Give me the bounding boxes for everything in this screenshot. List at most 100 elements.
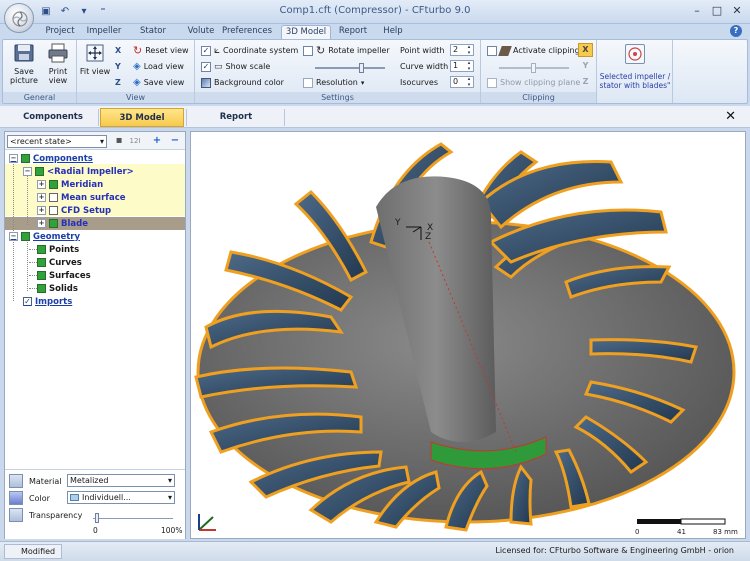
material-select[interactable]: Metalized	[67, 474, 175, 487]
save-state-icon[interactable]: ▪	[113, 135, 125, 147]
imports-checkbox[interactable]: ✓	[23, 297, 32, 306]
remove-state-icon[interactable]: −	[169, 135, 181, 147]
subtab-components[interactable]: Components	[8, 108, 98, 127]
view-y-button[interactable]: Y	[115, 60, 121, 73]
tree-node-meridian[interactable]: + Meridian	[37, 178, 103, 191]
show-scale-toggle[interactable]: ▭ Show scale	[201, 60, 270, 73]
tab-help[interactable]: Help	[378, 25, 408, 39]
clip-y-icon[interactable]: Y	[578, 60, 593, 74]
maximize-icon[interactable]: □	[708, 3, 726, 18]
visibility-checkbox[interactable]	[21, 154, 30, 163]
y-axis-view-icon: Y	[115, 62, 121, 71]
add-state-icon[interactable]: +	[151, 135, 163, 147]
material-icon	[9, 474, 23, 488]
rename-state-icon[interactable]: 12I	[129, 135, 141, 147]
tab-preferences[interactable]: Preferences	[218, 25, 276, 39]
help-icon[interactable]: ?	[730, 25, 742, 37]
scale-ruler-icon: ▭	[214, 61, 223, 72]
background-color-button[interactable]: Background color	[201, 76, 284, 89]
resolution-dropdown[interactable]: Resolution ▾	[303, 76, 364, 89]
print-view-button[interactable]: Print view	[41, 43, 75, 85]
tree-node-points[interactable]: Points	[37, 243, 79, 256]
rotation-speed-thumb[interactable]	[359, 63, 364, 73]
visibility-checkbox[interactable]	[37, 245, 46, 254]
tab-project[interactable]: Project	[40, 25, 80, 39]
selected-impeller-button[interactable]: Selected impeller / stator with blades"	[597, 40, 673, 103]
coordinate-system-toggle[interactable]: ⟀ Coordinate system	[201, 44, 298, 57]
coordinate-system-checkbox[interactable]	[201, 45, 211, 56]
view-z-button[interactable]: Z	[115, 76, 121, 89]
clip-z-icon[interactable]: Z	[578, 76, 593, 90]
tree-node-mean-surface[interactable]: + Mean surface	[37, 191, 126, 204]
view-tab-strip: Components 3D Model Report ✕	[0, 106, 750, 128]
load-view-button[interactable]: ◈ Load view	[133, 60, 184, 73]
expand-icon[interactable]: +	[37, 219, 46, 228]
reset-view-button[interactable]: ↻ Reset view	[133, 44, 189, 57]
curve-width-input[interactable]: 1	[450, 60, 474, 72]
tree-node-imports[interactable]: ✓ Imports	[23, 295, 72, 308]
transparency-thumb[interactable]	[95, 513, 99, 523]
expand-icon[interactable]: +	[37, 206, 46, 215]
transparency-slider[interactable]	[93, 513, 173, 523]
tab-3d-model[interactable]: 3D Model	[281, 25, 331, 39]
group-label-general: General	[3, 92, 76, 103]
fit-view-button[interactable]: Fit view	[79, 43, 111, 76]
color-select[interactable]: Individuell...	[67, 491, 175, 504]
activate-clipping-checkbox[interactable]	[487, 45, 497, 56]
save-view-button[interactable]: ◈ Save view	[133, 76, 184, 89]
3d-viewport[interactable]: Y X Z 0 41 83 mm	[190, 131, 746, 539]
tree-node-surfaces[interactable]: Surfaces	[37, 269, 91, 282]
collapse-icon[interactable]: −	[23, 167, 32, 176]
visibility-checkbox[interactable]	[21, 232, 30, 241]
impeller-3d-render[interactable]	[191, 132, 746, 539]
visibility-checkbox[interactable]	[37, 284, 46, 293]
tab-report[interactable]: Report	[333, 25, 373, 39]
tree-node-radial-impeller[interactable]: − <Radial Impeller>	[23, 165, 134, 178]
ribbon-group-general: Save picture Print view General	[3, 40, 77, 103]
save-picture-button[interactable]: Save picture	[7, 43, 41, 85]
status-modified: Modified	[4, 544, 62, 559]
tree-node-cfd-setup[interactable]: + CFD Setup	[37, 204, 111, 217]
tree-node-curves[interactable]: Curves	[37, 256, 82, 269]
close-view-icon[interactable]: ✕	[725, 109, 736, 124]
tab-impeller[interactable]: Impeller	[82, 25, 126, 39]
clipping-position-thumb[interactable]	[531, 63, 536, 73]
load-view-label: Load view	[143, 62, 184, 71]
tree-node-components[interactable]: − Components	[9, 152, 93, 165]
isocurves-input[interactable]: 0	[450, 76, 474, 88]
collapse-icon[interactable]: −	[9, 232, 18, 241]
close-window-icon[interactable]: ✕	[728, 3, 746, 18]
visibility-checkbox[interactable]	[49, 180, 58, 189]
visibility-checkbox[interactable]	[49, 206, 58, 215]
recent-state-select[interactable]: <recent state>	[7, 135, 107, 148]
rotate-impeller-checkbox[interactable]	[303, 45, 313, 56]
application-menu-button[interactable]	[4, 3, 34, 33]
expand-icon[interactable]: +	[37, 193, 46, 202]
visibility-checkbox[interactable]	[49, 193, 58, 202]
tree-node-geometry[interactable]: − Geometry	[9, 230, 80, 243]
tree-connector	[29, 249, 37, 250]
subtab-report[interactable]: Report	[188, 108, 284, 127]
activate-clipping-toggle[interactable]: Activate clipping	[487, 44, 580, 57]
rotate-impeller-toggle[interactable]: ↻ Rotate impeller	[303, 44, 390, 57]
expand-icon[interactable]: +	[37, 180, 46, 189]
show-clipping-plane-checkbox[interactable]	[487, 77, 497, 88]
view-x-button[interactable]: X	[115, 44, 121, 57]
visibility-checkbox[interactable]	[35, 167, 44, 176]
visibility-checkbox[interactable]	[37, 271, 46, 280]
ribbon-tab-strip: Project Impeller Stator Volute Preferenc…	[0, 24, 750, 39]
collapse-icon[interactable]: −	[9, 154, 18, 163]
show-clipping-plane-toggle[interactable]: Show clipping plane	[487, 76, 580, 89]
clipping-position-slider[interactable]	[499, 63, 569, 73]
tree-node-solids[interactable]: Solids	[37, 282, 78, 295]
tab-stator[interactable]: Stator	[130, 25, 176, 39]
visibility-checkbox[interactable]	[37, 258, 46, 267]
show-scale-checkbox[interactable]	[201, 61, 211, 72]
rotation-speed-slider[interactable]	[315, 63, 385, 73]
tree-node-blade[interactable]: + Blade	[37, 217, 88, 230]
clip-x-icon[interactable]: X	[578, 43, 593, 57]
subtab-3d-model[interactable]: 3D Model	[100, 108, 184, 127]
point-width-input[interactable]: 2	[450, 44, 474, 56]
visibility-checkbox[interactable]	[49, 219, 58, 228]
minimize-icon[interactable]: –	[688, 3, 706, 18]
